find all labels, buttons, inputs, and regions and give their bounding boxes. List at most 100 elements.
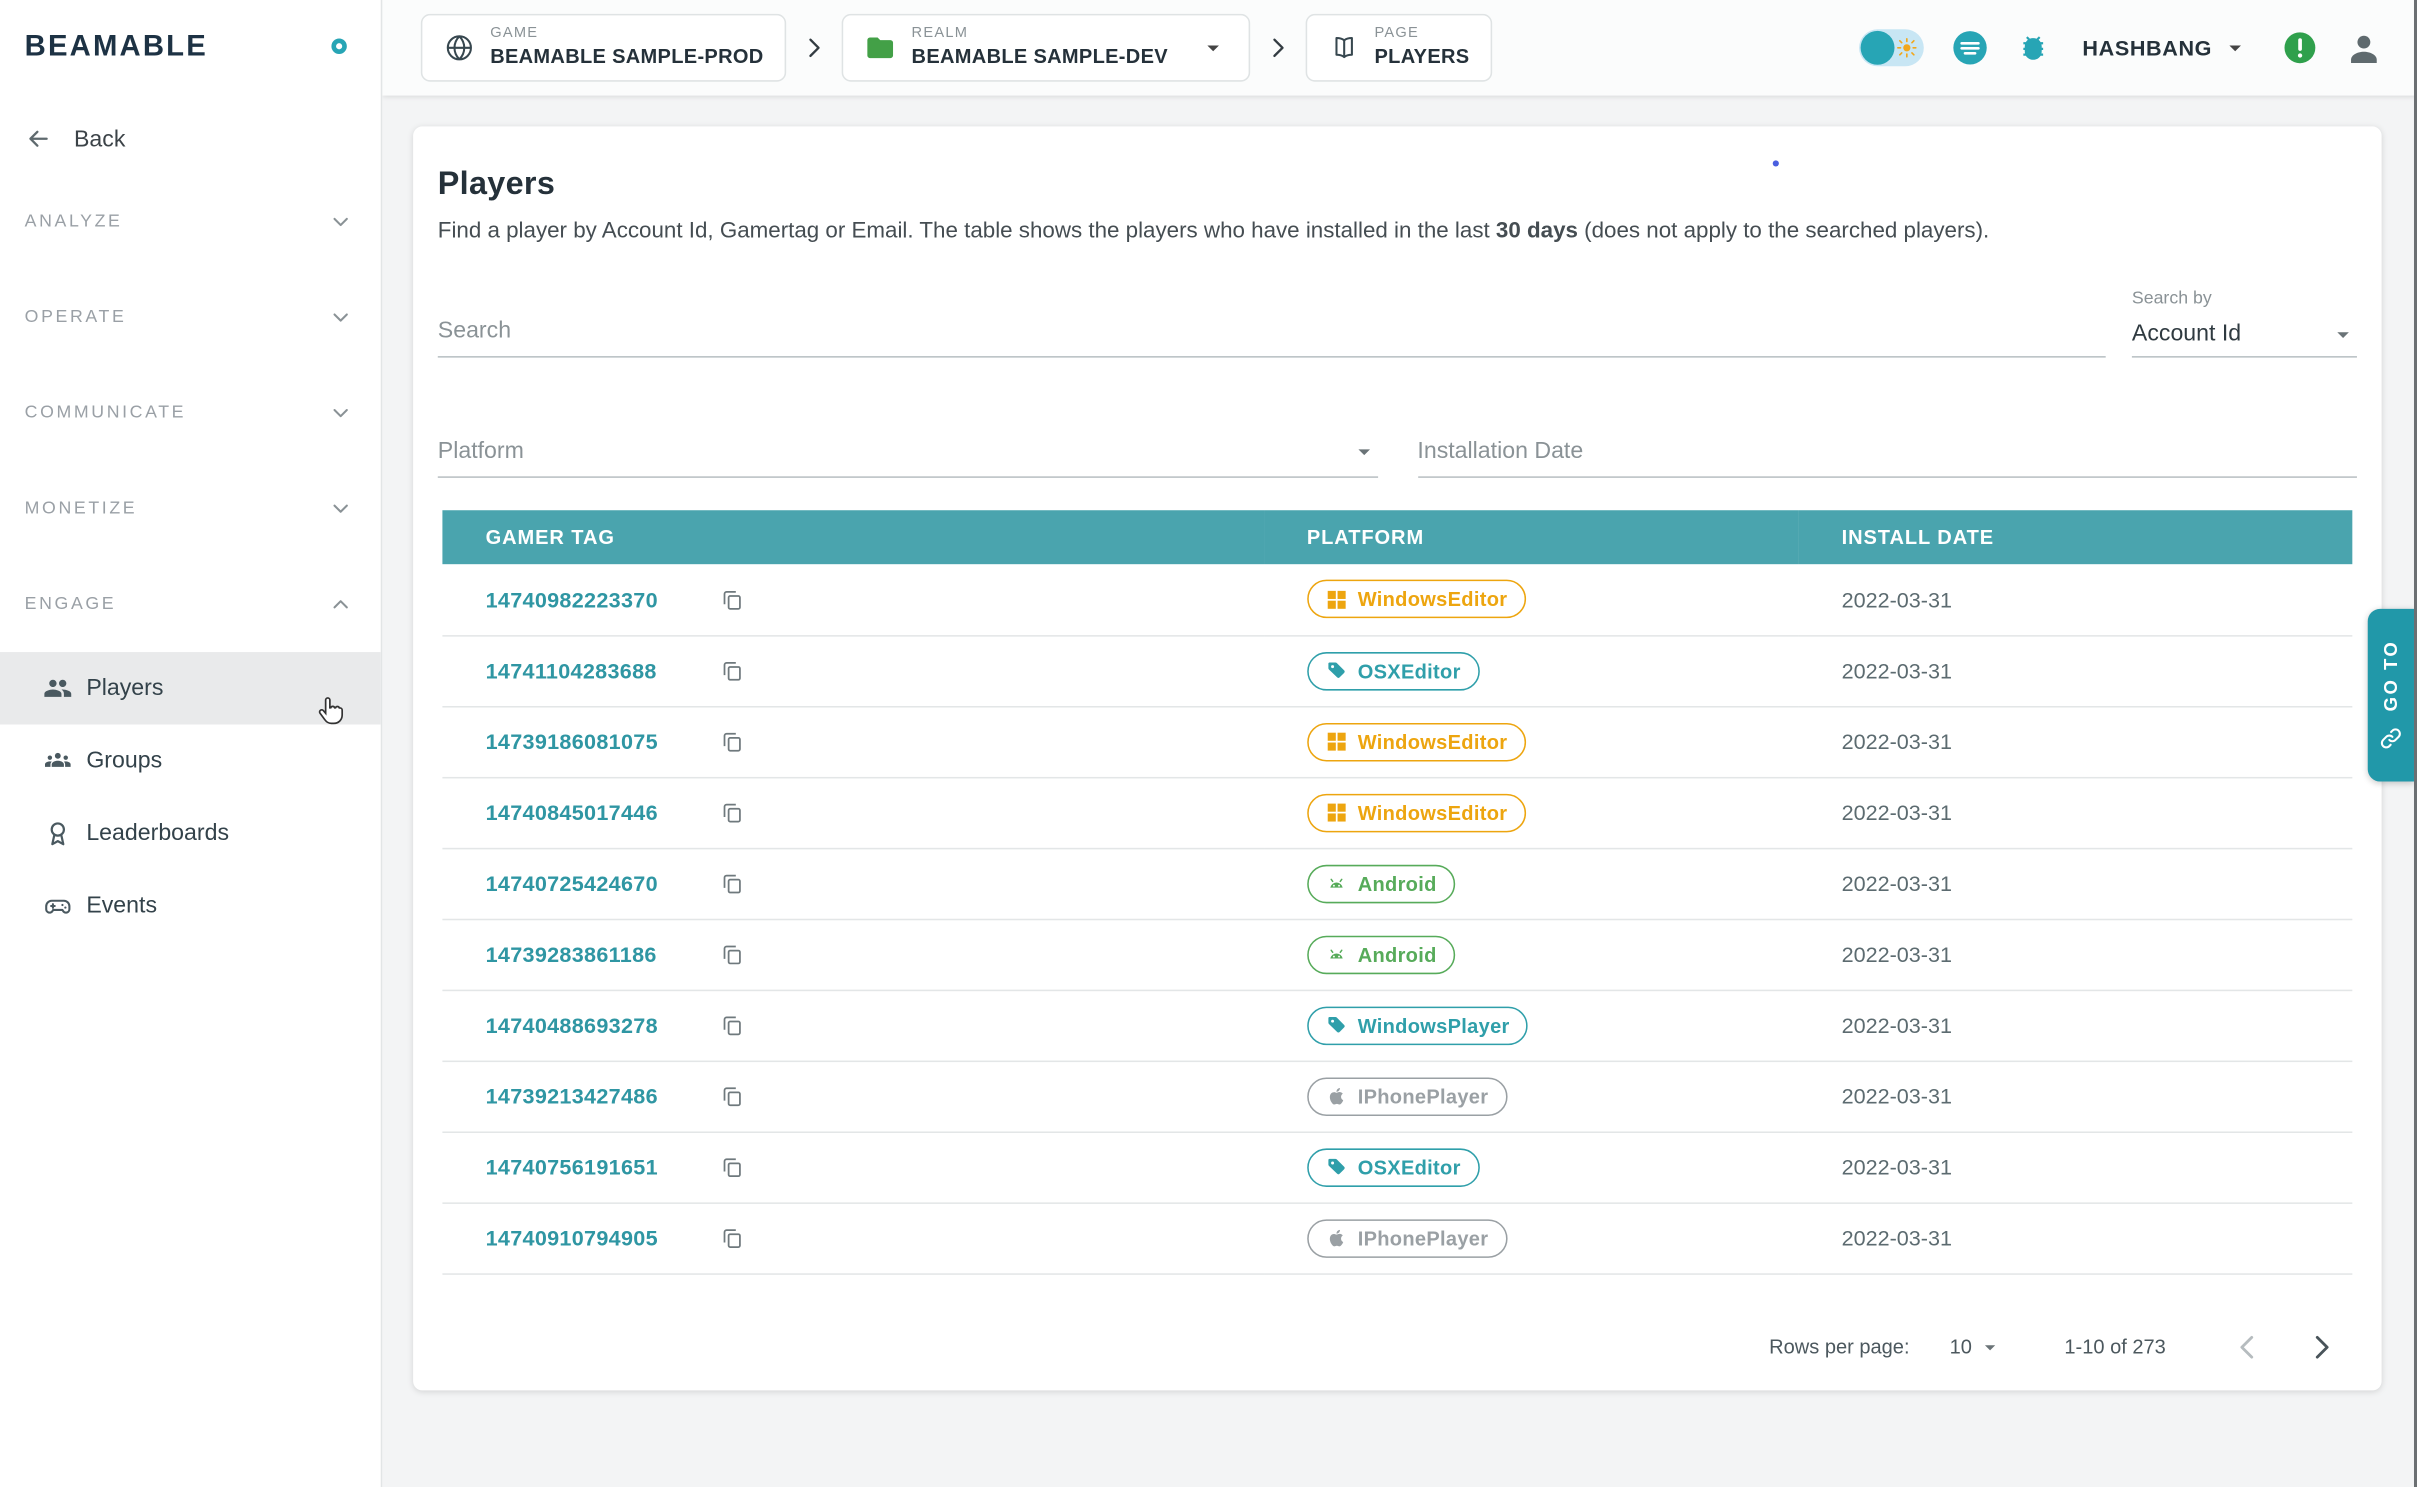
platform-badge: OSXEditor <box>1307 651 1479 690</box>
sun-icon <box>1896 37 1918 59</box>
chevron-down-icon <box>2221 34 2249 62</box>
installation-date-input[interactable] <box>1417 425 2357 477</box>
chevron-down-icon <box>1199 34 1227 62</box>
content-area: Players Find a player by Account Id, Gam… <box>382 96 2417 1487</box>
platform-placeholder: Platform <box>438 438 524 464</box>
main-column: GAME BEAMABLE SAMPLE-PROD REALM BEAMABLE… <box>382 0 2417 1487</box>
breadcrumb-kind: REALM <box>912 25 1168 44</box>
sidebar-section-monetize[interactable]: MONETIZE <box>0 461 381 557</box>
sidebar-item-label: Events <box>86 893 157 919</box>
breadcrumb-game[interactable]: GAME BEAMABLE SAMPLE-PROD <box>421 14 787 82</box>
platform-badge-label: WindowsEditor <box>1358 588 1508 611</box>
sidebar-item-label: Groups <box>86 748 162 774</box>
platform-badge-label: Android <box>1358 943 1437 966</box>
gamer-tag-link[interactable]: 14739283861186 <box>486 941 720 966</box>
gamer-tag-link[interactable]: 14740488693278 <box>486 1012 720 1037</box>
book-icon <box>1328 32 1359 63</box>
breadcrumb-realm[interactable]: REALM BEAMABLE SAMPLE-DEV <box>842 14 1249 82</box>
sidebar-item-label: Leaderboards <box>86 820 229 846</box>
profile-icon[interactable] <box>2345 29 2384 68</box>
platform-badge-label: WindowsEditor <box>1358 730 1508 753</box>
previous-page-button[interactable] <box>2231 1330 2265 1364</box>
breadcrumb-value: BEAMABLE SAMPLE-DEV <box>912 44 1168 70</box>
rows-per-page-select[interactable]: 10 <box>1950 1334 2003 1359</box>
alert-icon[interactable] <box>2281 29 2318 66</box>
search-row: Search by Account Id <box>438 290 2357 358</box>
beamable-logo: BEAMABLE <box>25 31 208 63</box>
copy-icon[interactable] <box>720 1083 745 1108</box>
copy-icon[interactable] <box>720 1225 745 1250</box>
platform-badge: IPhonePlayer <box>1307 1219 1507 1258</box>
sidebar-section-operate[interactable]: OPERATE <box>0 270 381 366</box>
bug-icon[interactable] <box>2016 31 2050 65</box>
copy-icon[interactable] <box>720 658 745 683</box>
tag-icon <box>1325 1014 1347 1036</box>
copy-icon[interactable] <box>720 800 745 825</box>
platform-select[interactable]: Platform <box>438 425 1378 477</box>
breadcrumb-value: BEAMABLE SAMPLE-PROD <box>490 44 763 70</box>
platform-badge-label: WindowsEditor <box>1358 801 1508 824</box>
back-button[interactable]: Back <box>0 103 381 174</box>
theme-toggle[interactable] <box>1859 29 1924 66</box>
sidebar-section-communicate[interactable]: COMMUNICATE <box>0 365 381 461</box>
platform-badge: Android <box>1307 935 1455 974</box>
platform-badge-label: Android <box>1358 872 1437 895</box>
gamer-tag-link[interactable]: 14740725424670 <box>486 871 720 896</box>
search-by-label: Search by <box>2132 290 2357 308</box>
gamer-tag-link[interactable]: 14739213427486 <box>486 1083 720 1108</box>
platform-badge: OSXEditor <box>1307 1148 1479 1187</box>
copy-icon[interactable] <box>720 1154 745 1179</box>
copy-icon[interactable] <box>720 587 745 612</box>
groups-icon <box>43 746 72 775</box>
next-page-button[interactable] <box>2305 1330 2339 1364</box>
copy-icon[interactable] <box>720 729 745 754</box>
gamer-tag-link[interactable]: 14740982223370 <box>486 587 720 612</box>
install-date-cell: 2022-03-31 <box>1798 990 2352 1061</box>
table-header-row: GAMER TAG PLATFORM INSTALL DATE <box>442 510 2352 564</box>
copy-icon[interactable] <box>720 871 745 896</box>
platform-badge: WindowsPlayer <box>1307 1006 1528 1045</box>
leaderboard-icon <box>43 819 72 848</box>
gamer-tag-link[interactable]: 14740845017446 <box>486 800 720 825</box>
toggle-knob <box>1860 31 1894 65</box>
gamer-tag-link[interactable]: 14739186081075 <box>486 729 720 754</box>
account-menu[interactable]: HASHBANG <box>2082 34 2249 62</box>
platform-badge-label: IPhonePlayer <box>1358 1084 1489 1107</box>
breadcrumb-value: PLAYERS <box>1374 44 1469 70</box>
copy-icon[interactable] <box>720 1012 745 1037</box>
sidebar-section-analyze[interactable]: ANALYZE <box>0 174 381 270</box>
search-by-value: Account Id <box>2132 321 2241 347</box>
gamer-tag-link[interactable]: 14740910794905 <box>486 1225 720 1250</box>
table-row: 14740982223370 WindowsEditor 2022-03-31 <box>442 564 2352 635</box>
table-row: 14739186081075 WindowsEditor 2022-03-31 <box>442 706 2352 777</box>
gamer-tag-link[interactable]: 14741104283688 <box>486 658 720 683</box>
chevron-down-icon <box>328 401 353 426</box>
breadcrumb-kind: GAME <box>490 25 763 44</box>
breadcrumb-page[interactable]: PAGE PLAYERS <box>1305 14 1492 82</box>
platform-badge: WindowsEditor <box>1307 580 1526 619</box>
copy-icon[interactable] <box>720 941 745 966</box>
sidebar-header: BEAMABLE <box>0 0 381 91</box>
menu-icon[interactable] <box>1950 28 1990 68</box>
goto-tab[interactable]: GO TO <box>2368 609 2414 782</box>
back-label: Back <box>74 126 125 152</box>
install-date-cell: 2022-03-31 <box>1798 848 2352 919</box>
platform-badge-label: OSXEditor <box>1358 1155 1461 1178</box>
topbar-actions: HASHBANG <box>1859 28 2383 68</box>
platform-badge: WindowsEditor <box>1307 793 1526 832</box>
sidebar-item-groups[interactable]: Groups <box>0 725 381 797</box>
column-header-gamer-tag: GAMER TAG <box>442 510 1263 564</box>
tag-icon <box>1325 1156 1347 1178</box>
app-window: BEAMABLE Back ANALYZE OPERATE COMMUNICAT… <box>0 0 2417 1487</box>
sidebar-section-engage[interactable]: ENGAGE <box>0 556 381 652</box>
sidebar-item-events[interactable]: Events <box>0 869 381 941</box>
rows-per-page-value: 10 <box>1950 1335 1972 1358</box>
search-input[interactable] <box>438 305 2106 357</box>
sidebar-section-label: MONETIZE <box>25 499 138 517</box>
sidebar-item-leaderboards[interactable]: Leaderboards <box>0 797 381 869</box>
sidebar-item-players[interactable]: Players <box>0 652 381 724</box>
search-by-select[interactable]: Account Id <box>2132 311 2357 357</box>
gamer-tag-link[interactable]: 14740756191651 <box>486 1154 720 1179</box>
players-table-body: 14740982223370 WindowsEditor 2022-03-31 … <box>442 564 2352 1273</box>
page-description: Find a player by Account Id, Gamertag or… <box>438 219 2357 244</box>
